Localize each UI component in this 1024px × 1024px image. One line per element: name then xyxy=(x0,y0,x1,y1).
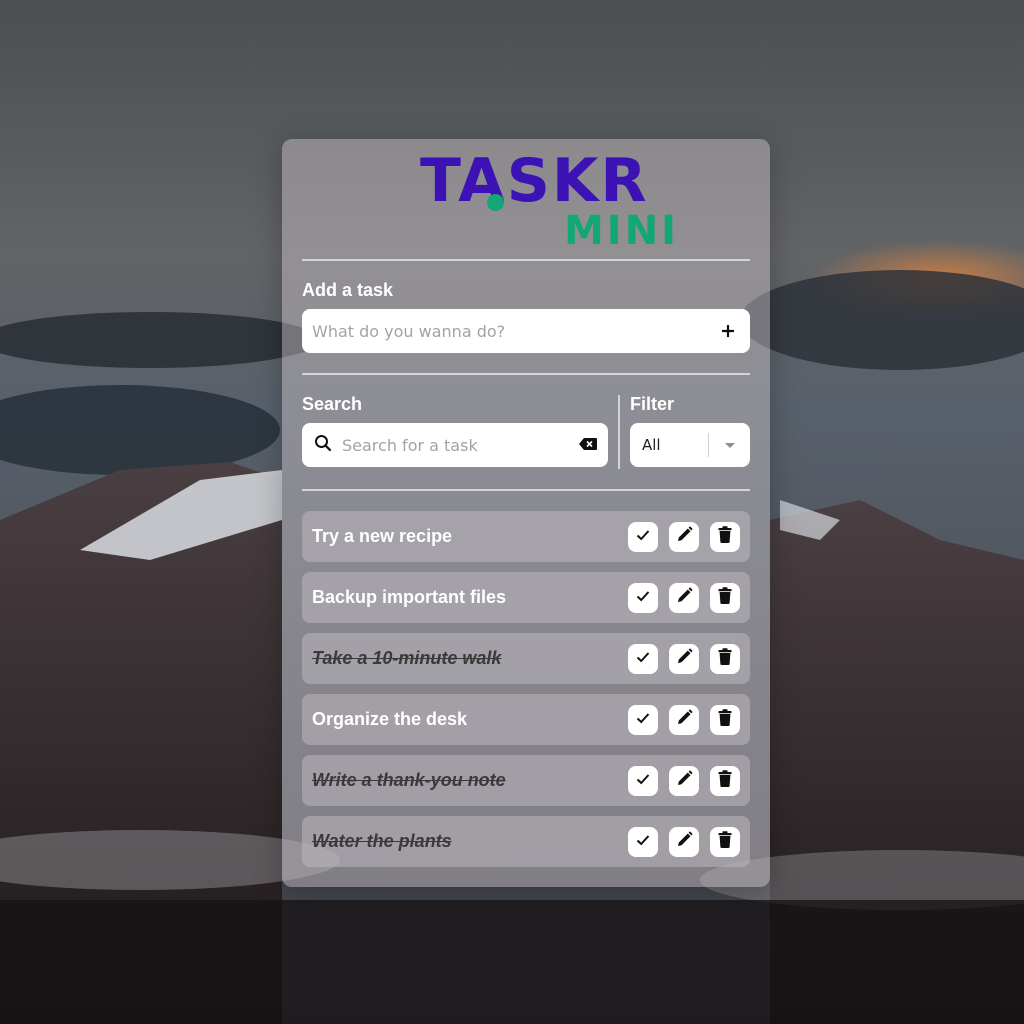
plus-icon[interactable] xyxy=(716,319,740,343)
complete-button[interactable] xyxy=(628,643,658,674)
complete-button[interactable] xyxy=(628,521,658,552)
check-icon xyxy=(635,527,651,547)
taskr-card: TASKR MINI Add a task Search xyxy=(282,139,770,887)
check-icon xyxy=(635,588,651,608)
complete-button[interactable] xyxy=(628,765,658,796)
logo-main-text: TASKR xyxy=(420,146,649,216)
delete-button[interactable] xyxy=(710,582,740,613)
divider xyxy=(302,259,750,261)
divider xyxy=(302,373,750,375)
task-item: Take a 10-minute walk xyxy=(302,633,750,684)
filter-label: Filter xyxy=(630,394,675,414)
edit-button[interactable] xyxy=(669,826,699,857)
delete-button[interactable] xyxy=(710,521,740,552)
complete-button[interactable] xyxy=(628,704,658,735)
search-label: Search xyxy=(302,394,363,414)
task-text: Organize the desk xyxy=(312,709,468,729)
pencil-icon xyxy=(676,648,693,669)
filter-selected-value: All xyxy=(642,436,661,454)
pencil-icon xyxy=(676,587,693,608)
trash-icon xyxy=(718,770,732,791)
trash-icon xyxy=(718,709,732,730)
edit-button[interactable] xyxy=(669,765,699,796)
search-filter-section: Search Filter All xyxy=(302,395,750,469)
task-text: Backup important files xyxy=(312,587,507,607)
task-actions xyxy=(628,521,740,552)
task-actions xyxy=(628,765,740,796)
check-icon xyxy=(635,832,651,852)
task-item: Backup important files xyxy=(302,572,750,623)
pencil-icon xyxy=(676,709,693,730)
vertical-divider xyxy=(618,395,620,469)
trash-icon xyxy=(718,587,732,608)
task-actions xyxy=(628,704,740,735)
delete-button[interactable] xyxy=(710,643,740,674)
task-item: Water the plants xyxy=(302,816,750,867)
logo-sub-text: MINI xyxy=(564,208,680,254)
filter-section: Filter All xyxy=(630,395,750,469)
check-icon xyxy=(635,649,651,669)
task-text: Take a 10-minute walk xyxy=(312,648,502,668)
task-item: Write a thank-you note xyxy=(302,755,750,806)
edit-button[interactable] xyxy=(669,704,699,735)
search-section: Search xyxy=(302,395,608,469)
add-task-field xyxy=(302,309,750,353)
edit-button[interactable] xyxy=(669,521,699,552)
app-logo: TASKR MINI xyxy=(302,139,750,259)
trash-icon xyxy=(718,526,732,547)
search-input[interactable] xyxy=(342,435,578,455)
complete-button[interactable] xyxy=(628,826,658,857)
pencil-icon xyxy=(676,770,693,791)
trash-icon xyxy=(718,648,732,669)
task-actions xyxy=(628,582,740,613)
pencil-icon xyxy=(676,526,693,547)
check-icon xyxy=(635,771,651,791)
delete-button[interactable] xyxy=(710,826,740,857)
delete-button[interactable] xyxy=(710,765,740,796)
dropdown-toggle[interactable] xyxy=(708,433,750,457)
task-text: Water the plants xyxy=(312,831,452,851)
task-text: Write a thank-you note xyxy=(312,770,506,790)
complete-button[interactable] xyxy=(628,582,658,613)
divider xyxy=(302,489,750,491)
trash-icon xyxy=(718,831,732,852)
search-field xyxy=(302,423,608,467)
chevron-down-icon xyxy=(724,442,735,448)
task-actions xyxy=(628,826,740,857)
check-icon xyxy=(635,710,651,730)
filter-select[interactable]: All xyxy=(630,423,750,467)
pencil-icon xyxy=(676,831,693,852)
add-task-input[interactable] xyxy=(312,321,716,341)
search-icon xyxy=(314,434,332,456)
add-task-section: Add a task xyxy=(302,281,750,353)
logo-dot xyxy=(487,194,504,211)
task-actions xyxy=(628,643,740,674)
task-list: Try a new recipe Backup important files xyxy=(302,511,750,867)
add-task-label: Add a task xyxy=(302,280,394,300)
task-item: Organize the desk xyxy=(302,694,750,745)
backspace-icon[interactable] xyxy=(578,436,598,455)
edit-button[interactable] xyxy=(669,582,699,613)
task-text: Try a new recipe xyxy=(312,526,453,546)
task-item: Try a new recipe xyxy=(302,511,750,562)
delete-button[interactable] xyxy=(710,704,740,735)
edit-button[interactable] xyxy=(669,643,699,674)
